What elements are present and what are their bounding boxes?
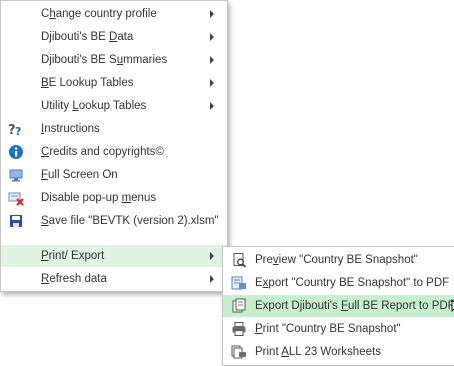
menu-item-label: Djibouti's BE Summaries [41,54,168,66]
svg-text:?: ? [15,125,21,137]
menu-item-label: Utility Lookup Tables [41,100,147,112]
submenu-arrow-icon [210,56,214,64]
menu-item-label: Credits and copyrights© [41,146,164,158]
menu-item-label: Save file "BEVTK (version 2).xlsm" [41,215,219,227]
submenu-arrow-icon [210,252,214,260]
help-icon: ?? [8,121,24,137]
menu-item-utility-lookup-tables[interactable]: Utility Lookup Tables [1,95,227,117]
menu-item-credits[interactable]: Credits and copyrights© [1,141,227,163]
disable-popup-icon [8,190,24,206]
menu-item-label: Export Djibouti's Full BE Report to PDF [255,300,454,312]
submenu-arrow-icon [210,33,214,41]
menu-item-label: Export "Country BE Snapshot" to PDF [255,277,450,289]
info-icon [8,144,24,160]
preview-icon [231,252,247,268]
menu-item-refresh-data[interactable]: Refresh data [1,268,227,290]
submenu-arrow-icon [210,10,214,18]
save-icon [8,213,24,229]
submenu-item-print-all-worksheets[interactable]: Print ALL 23 Worksheets [223,341,454,363]
printer-icon [231,321,247,337]
context-menu: Change country profile Djibouti's BE Dat… [0,0,228,292]
print-export-submenu: Preview "Country BE Snapshot" Export "Co… [222,246,454,366]
export-report-icon [231,298,247,314]
menu-item-label: Print/ Export [41,250,105,262]
menu-item-be-lookup-tables[interactable]: BE Lookup Tables [1,72,227,94]
menu-item-label: Djibouti's BE Data [41,31,134,43]
menu-item-label: Instructions [41,123,100,135]
menu-item-change-country-profile[interactable]: Change country profile [1,3,227,25]
menu-item-label: Preview "Country BE Snapshot" [255,254,418,266]
menu-item-label: Change country profile [41,8,157,20]
submenu-item-preview[interactable]: Preview "Country BE Snapshot" [223,249,454,271]
menu-item-be-summaries[interactable]: Djibouti's BE Summaries [1,49,227,71]
submenu-item-export-full-report-pdf[interactable]: Export Djibouti's Full BE Report to PDF [223,295,454,317]
menu-item-instructions[interactable]: ?? Instructions [1,118,227,140]
menu-item-label: Print ALL 23 Worksheets [255,346,381,358]
submenu-arrow-icon [210,275,214,283]
menu-item-label: Full Screen On [41,169,118,181]
submenu-item-print-snapshot[interactable]: Print "Country BE Snapshot" [223,318,454,340]
menu-item-print-export[interactable]: Print/ Export [1,245,227,267]
menu-item-full-screen[interactable]: Full Screen On [1,164,227,186]
submenu-arrow-icon [210,102,214,110]
menu-item-label: Disable pop-up menus [41,192,157,204]
fullscreen-icon [8,167,24,183]
export-pdf-icon [231,275,247,291]
menu-item-label: BE Lookup Tables [41,77,134,89]
menu-item-save-file[interactable]: Save file "BEVTK (version 2).xlsm" [1,210,227,232]
menu-item-label: Refresh data [41,273,107,285]
submenu-arrow-icon [210,79,214,87]
submenu-item-export-snapshot-pdf[interactable]: Export "Country BE Snapshot" to PDF [223,272,454,294]
menu-item-label: Print "Country BE Snapshot" [255,323,401,335]
menu-item-be-data[interactable]: Djibouti's BE Data [1,26,227,48]
menu-item-disable-popup-menus[interactable]: Disable pop-up menus [1,187,227,209]
